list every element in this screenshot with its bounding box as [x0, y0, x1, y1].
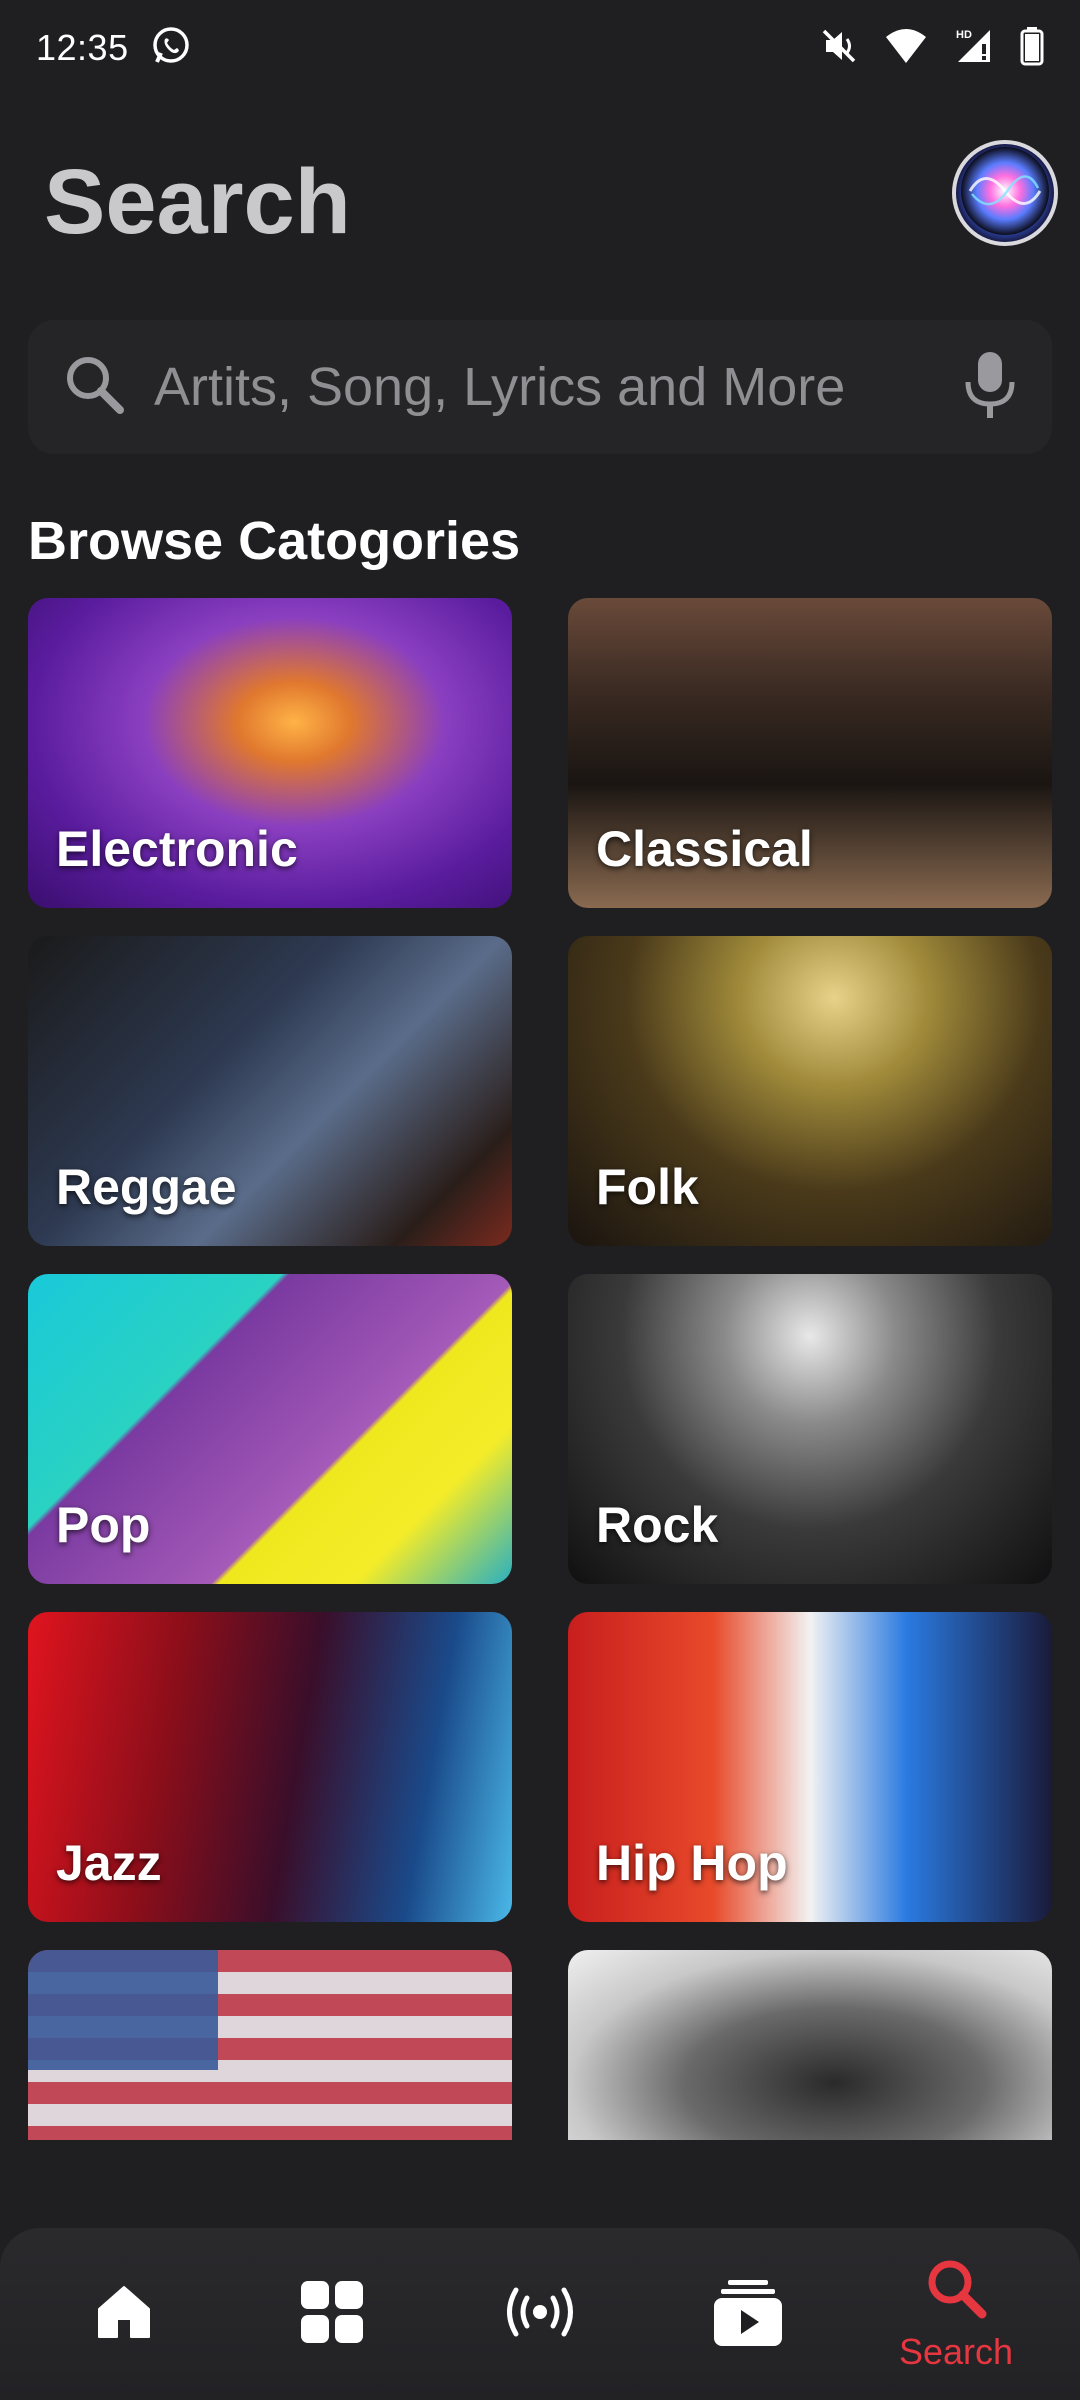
- home-icon: [93, 2281, 155, 2348]
- library-icon: [712, 2276, 784, 2353]
- signal-icon: HD: [954, 26, 994, 71]
- nav-home[interactable]: [39, 2239, 209, 2389]
- category-card-hip-hop[interactable]: Hip Hop: [568, 1612, 1052, 1922]
- category-card-pop[interactable]: Pop: [28, 1274, 512, 1584]
- battery-icon: [1020, 26, 1044, 71]
- search-icon: [924, 2256, 988, 2325]
- whatsapp-icon: [151, 26, 191, 71]
- nav-radio[interactable]: [455, 2239, 625, 2389]
- category-label: Electronic: [56, 821, 298, 877]
- wifi-icon: [884, 27, 928, 70]
- category-card-folk[interactable]: Folk: [568, 936, 1052, 1246]
- category-card-reggae[interactable]: Reggae: [28, 936, 512, 1246]
- grid-icon: [299, 2279, 365, 2350]
- category-label: Jazz: [56, 1835, 162, 1891]
- category-label: Classical: [596, 821, 813, 877]
- mute-icon: [820, 27, 858, 70]
- search-icon: [62, 352, 128, 423]
- category-label: Reggae: [56, 1159, 237, 1215]
- category-label: Rock: [596, 1497, 719, 1553]
- bottom-nav: Search: [0, 2228, 1080, 2400]
- status-bar: 12:35 HD: [0, 0, 1080, 96]
- category-card-rock[interactable]: Rock: [568, 1274, 1052, 1584]
- category-card-jazz[interactable]: Jazz: [28, 1612, 512, 1922]
- status-time: 12:35: [36, 27, 129, 68]
- category-label: Pop: [56, 1497, 151, 1553]
- category-label: Folk: [596, 1159, 699, 1215]
- browse-heading: Browse Catogories: [28, 511, 521, 571]
- category-card-country[interactable]: [28, 1950, 512, 2140]
- category-card-classical[interactable]: Classical: [568, 598, 1052, 908]
- nav-search[interactable]: Search: [871, 2239, 1041, 2389]
- search-input[interactable]: [154, 356, 962, 418]
- nav-search-label: Search: [898, 2330, 1014, 2372]
- nav-library[interactable]: [663, 2239, 833, 2389]
- siri-icon: [960, 146, 1050, 241]
- category-grid: Electronic Classical Reggae Folk Pop Roc…: [28, 598, 1052, 2140]
- page-title: Search: [44, 151, 351, 253]
- category-image: [568, 1950, 1052, 2140]
- siri-button[interactable]: [952, 140, 1058, 246]
- search-bar[interactable]: [28, 320, 1052, 454]
- microphone-icon[interactable]: [962, 350, 1018, 425]
- nav-browse[interactable]: [247, 2239, 417, 2389]
- category-card-electronic[interactable]: Electronic: [28, 598, 512, 908]
- radio-icon: [503, 2284, 577, 2345]
- category-label: Hip Hop: [596, 1835, 788, 1891]
- category-card-blues[interactable]: [568, 1950, 1052, 2140]
- svg-text:HD: HD: [956, 29, 972, 41]
